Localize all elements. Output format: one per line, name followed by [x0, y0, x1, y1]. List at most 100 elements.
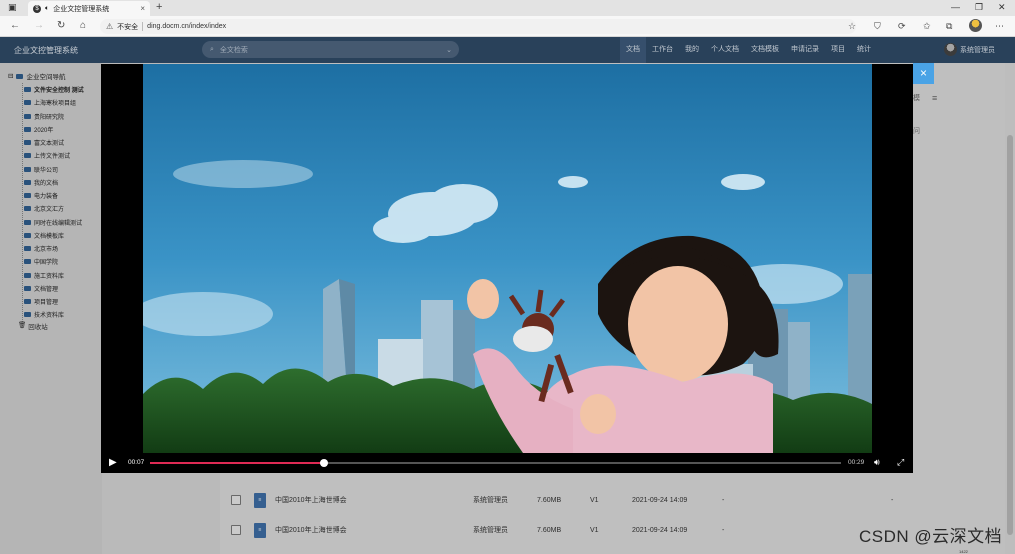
nav-item-mine[interactable]: 我的	[679, 37, 705, 63]
nav-item-docs[interactable]: 文档	[620, 37, 646, 63]
fulltext-search-input[interactable]: ⌕ 全文检索 ⌄	[202, 41, 459, 58]
tree-item-label: 我的文档	[34, 180, 59, 187]
folder-icon	[24, 312, 31, 318]
tree-item-label: 施工资料库	[34, 273, 65, 280]
tree-item[interactable]: 项目管理	[24, 295, 84, 308]
warning-icon: ⚠	[106, 22, 114, 31]
tree-item[interactable]: 文档模板库	[24, 229, 84, 242]
folder-icon	[24, 219, 31, 225]
tree-item-label: 项目管理	[34, 300, 59, 307]
shield-icon[interactable]: ⛉	[874, 21, 881, 32]
tree-item[interactable]: 上海寒秋项目组	[24, 96, 84, 109]
video-player[interactable]: ▶ 00:07 00:29 🔊︎ ⤢	[101, 64, 913, 473]
progress-knob[interactable]	[320, 459, 329, 467]
file-name[interactable]: 中国2010年上海世博会	[275, 525, 347, 535]
address-separator	[142, 22, 144, 31]
address-bar[interactable]: ⚠ 不安全 ding.docm.cn/index/index	[100, 19, 856, 34]
file-size: 7.60MB	[537, 496, 562, 504]
tree-root[interactable]: ⊟ 企业空间导航	[8, 71, 65, 81]
video-frame[interactable]	[143, 64, 872, 453]
progress-fill	[150, 462, 325, 464]
tree-item[interactable]: 我的文档	[24, 176, 84, 189]
tree-item[interactable]: 技术资料库	[24, 308, 84, 321]
chevron-down-icon[interactable]: ⌄	[446, 46, 452, 54]
current-time: 00:07	[128, 459, 145, 466]
restore-icon[interactable]: ❐	[975, 2, 983, 13]
tree-item-label: 2020年	[34, 127, 54, 134]
row-checkbox[interactable]	[231, 525, 241, 535]
file-owner: 系统管理员	[473, 497, 508, 504]
tree-item[interactable]: 上传文件测试	[24, 149, 84, 162]
new-tab-button[interactable]: +	[156, 1, 162, 13]
tab-close-icon[interactable]: ×	[140, 4, 145, 13]
tree-item[interactable]: 北京文汇方	[24, 202, 84, 215]
tab-title: 企业文控管理系统	[53, 5, 110, 13]
nav-item-personal-docs[interactable]: 个人文档	[705, 37, 745, 63]
folder-icon	[24, 272, 31, 278]
nav-item-templates[interactable]: 文档模板	[745, 37, 785, 63]
menu-icon[interactable]: ≡	[932, 93, 937, 103]
tree-item-label: 北京市场	[34, 247, 59, 254]
tab-actions-icon[interactable]: ▣	[8, 2, 17, 13]
file-version: V1	[590, 496, 599, 504]
mute-icon[interactable]: 🔈︎	[45, 5, 49, 13]
recycle-label: 回收站	[28, 324, 48, 331]
play-icon[interactable]: ▶	[109, 457, 117, 468]
recycle-bin[interactable]: 🗑︎ 回收站	[18, 321, 48, 331]
browser-tab[interactable]: $ 🔈︎ 企业文控管理系统 ×	[28, 1, 150, 16]
collections-icon[interactable]: ⧉	[946, 21, 952, 32]
app-header: 企业文控管理系统 ⌕ 全文检索 ⌄ 文档 工作台 我的 个人文档 文档模板 申请…	[0, 37, 1015, 63]
table-row[interactable]: ≡ 中国2010年上海世博会 系统管理员 7.60MB V1 2021-09-24 14:…	[220, 517, 910, 543]
more-icon[interactable]: ⋯	[995, 21, 1004, 32]
tree-item[interactable]: 电力装备	[24, 189, 84, 202]
tree-item[interactable]: 2020年	[24, 123, 84, 136]
extension-icon[interactable]: ⟳	[898, 21, 906, 32]
watermark: CSDN @云深文档	[859, 527, 1003, 546]
close-player-button[interactable]: ×	[913, 63, 934, 84]
nav-item-requests[interactable]: 申请记录	[785, 37, 825, 63]
favorite-add-icon[interactable]: ☆	[848, 21, 856, 32]
tree-item[interactable]: 富文本测试	[24, 136, 84, 149]
folder-icon	[24, 299, 31, 305]
favorites-icon[interactable]: ✩	[923, 21, 931, 32]
folder-icon	[24, 206, 31, 212]
tree-item[interactable]: 北京市场	[24, 242, 84, 255]
file-name[interactable]: 中国2010年上海世博会	[275, 495, 347, 505]
home-icon[interactable]: ⌂	[80, 20, 86, 31]
collapse-icon[interactable]: ⊟	[8, 72, 13, 80]
row-checkbox[interactable]	[231, 495, 241, 505]
nav-item-projects[interactable]: 项目	[825, 37, 851, 63]
tree-item[interactable]: 联华公司	[24, 163, 84, 176]
duration: 00:29	[848, 459, 865, 466]
profile-avatar[interactable]	[969, 19, 982, 32]
window-close-icon[interactable]: ✕	[998, 2, 1006, 13]
volume-icon[interactable]: 🔊︎	[874, 457, 880, 468]
reload-icon[interactable]: ↻	[57, 20, 65, 31]
page-scrollbar-thumb[interactable]	[1007, 135, 1013, 535]
recycle-icon: 🗑︎	[18, 322, 27, 329]
nav-item-stats[interactable]: 统计	[851, 37, 877, 63]
progress-track[interactable]	[150, 459, 841, 467]
doc-icon: ≡	[254, 492, 266, 508]
tree-item[interactable]: 中国学院	[24, 255, 84, 268]
back-icon[interactable]: ←	[10, 20, 20, 31]
fullscreen-icon[interactable]: ⤢	[897, 457, 904, 468]
nav-item-workbench[interactable]: 工作台	[646, 37, 679, 63]
video-still-image	[143, 64, 872, 453]
app-brand[interactable]: 企业文控管理系统	[14, 45, 78, 56]
tree-item[interactable]: 贵阳研究院	[24, 110, 84, 123]
user-menu[interactable]: 系统管理员	[944, 43, 995, 56]
file-size: 7.60MB	[537, 526, 562, 534]
tree-item[interactable]: 施工资料库	[24, 269, 84, 282]
browser-toolbar: ← → ↻ ⌂ ⚠ 不安全 ding.docm.cn/index/index ☆…	[0, 16, 1015, 37]
tree-item[interactable]: 文件安全控制 测试	[24, 83, 84, 96]
tree-item[interactable]: 同时在线编辑测试	[24, 216, 84, 229]
tree-root-label: 企业空间导航	[26, 74, 66, 81]
forward-icon[interactable]: →	[34, 20, 44, 31]
minimize-icon[interactable]: —	[951, 2, 960, 12]
url-text[interactable]: ding.docm.cn/index/index	[147, 23, 226, 30]
folder-icon	[24, 232, 31, 238]
tree-item[interactable]: 文档管理	[24, 282, 84, 295]
file-date: 2021-09-24 14:09	[632, 526, 688, 534]
table-row[interactable]: ≡ 中国2010年上海世博会 系统管理员 7.60MB V1 2021-09-24 14:…	[220, 487, 910, 513]
